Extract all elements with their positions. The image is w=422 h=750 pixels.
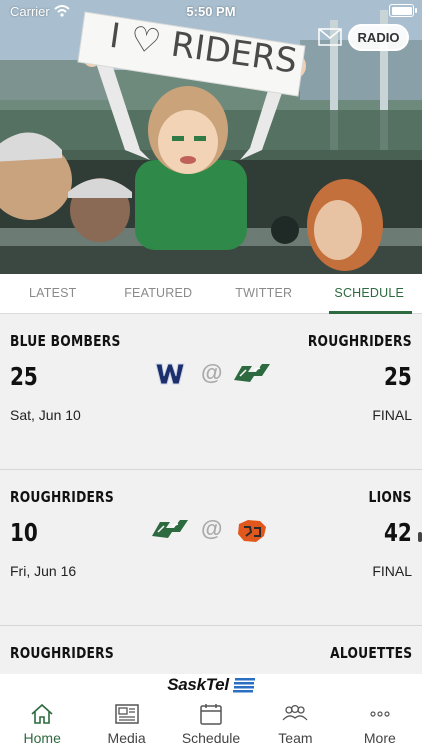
- away-team-name: ROUGHRIDERS: [307, 332, 412, 350]
- sponsor-banner[interactable]: SaskTel: [0, 674, 422, 696]
- scroll-indicator: [418, 532, 422, 542]
- media-icon: [114, 704, 139, 724]
- game-row[interactable]: ROUGHRIDERS ALOUETTES: [0, 626, 422, 674]
- calendar-icon: [200, 704, 222, 725]
- nav-more[interactable]: More: [338, 696, 422, 750]
- schedule-list: BLUE BOMBERS ROUGHRIDERS 25 25 @ Sat, Ju…: [0, 314, 422, 674]
- blue-bombers-logo-icon: [155, 363, 185, 385]
- tab-schedule[interactable]: SCHEDULE: [317, 274, 422, 314]
- sponsor-name: SaskTel: [167, 675, 229, 694]
- game-date: Sat, Jun 10: [10, 407, 81, 423]
- roughriders-logo-icon: [152, 520, 188, 538]
- game-date: Fri, Jun 16: [10, 563, 77, 579]
- game-status: FINAL: [372, 407, 412, 423]
- game-row[interactable]: ROUGHRIDERS LIONS 10 42 @ Fri, Jun 16 FI…: [0, 470, 422, 626]
- home-team-name: ROUGHRIDERS: [10, 488, 115, 506]
- tab-featured[interactable]: FEATURED: [106, 274, 212, 313]
- nav-media[interactable]: Media: [84, 696, 168, 750]
- hero-banner: I ♡ RIDERS Carrier 5:50 PM RADIO: [0, 0, 422, 274]
- tab-twitter[interactable]: TWITTER: [211, 274, 317, 313]
- nav-schedule[interactable]: Schedule: [169, 696, 253, 750]
- away-team-name: LIONS: [368, 488, 412, 506]
- tab-latest[interactable]: LATEST: [0, 274, 106, 313]
- game-row[interactable]: BLUE BOMBERS ROUGHRIDERS 25 25 @ Sat, Ju…: [0, 314, 422, 470]
- home-score: 25: [10, 362, 38, 391]
- status-bar: Carrier 5:50 PM: [0, 0, 422, 22]
- away-score: 42: [384, 518, 412, 547]
- away-team-name: ALOUETTES: [329, 644, 412, 662]
- at-symbol: @: [201, 516, 223, 541]
- nav-team[interactable]: Team: [253, 696, 337, 750]
- nav-schedule-label: Schedule: [181, 730, 241, 746]
- nav-team-label: Team: [278, 730, 313, 746]
- status-time: 5:50 PM: [186, 3, 236, 19]
- sasktel-logo-icon: [232, 678, 255, 693]
- roughriders-logo-icon: [234, 364, 270, 382]
- radio-button[interactable]: RADIO: [348, 24, 409, 51]
- more-icon: [370, 711, 390, 717]
- team-icon: [282, 704, 308, 721]
- home-score: 10: [10, 518, 38, 547]
- nav-home[interactable]: Home: [0, 696, 84, 750]
- nav-more-label: More: [363, 730, 396, 746]
- mail-icon[interactable]: [318, 28, 342, 46]
- home-icon: [31, 703, 53, 724]
- bc-lions-logo-icon: [238, 520, 266, 542]
- bottom-nav: Home Media Schedule Team More: [0, 696, 422, 750]
- home-team-name: ROUGHRIDERS: [10, 644, 115, 662]
- away-score: 25: [384, 362, 412, 391]
- at-symbol: @: [201, 360, 223, 385]
- content-tabs: LATEST FEATURED TWITTER SCHEDULE: [0, 274, 422, 314]
- nav-home-label: Home: [23, 730, 61, 746]
- home-team-name: BLUE BOMBERS: [10, 332, 121, 350]
- battery-icon: [389, 4, 417, 17]
- game-status: FINAL: [372, 563, 412, 579]
- nav-media-label: Media: [107, 730, 146, 746]
